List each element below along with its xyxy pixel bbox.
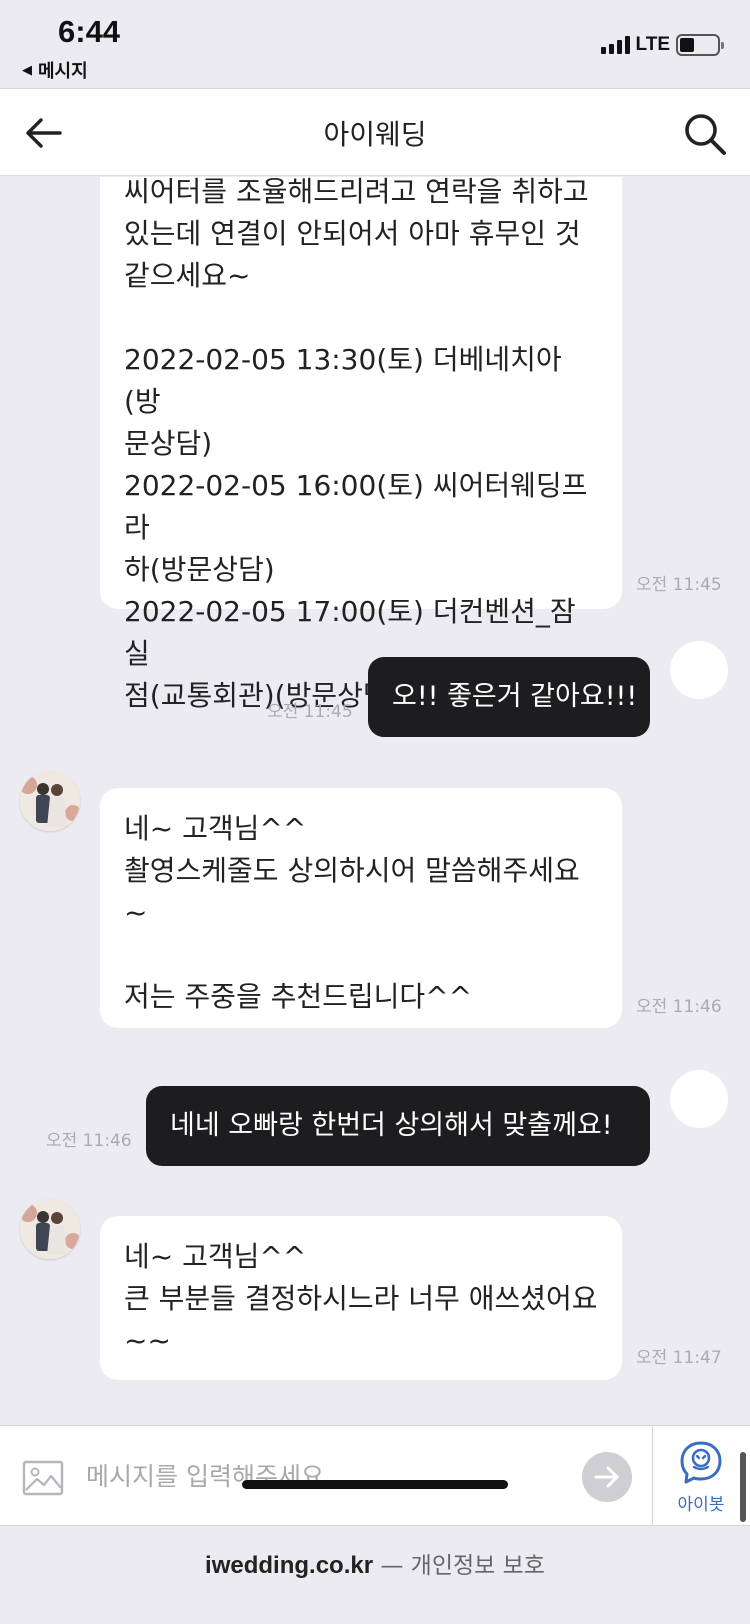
battery-icon [676, 34, 724, 56]
status-bar: 6:44 ◀ 메시지 LTE [0, 0, 750, 88]
return-to-app-link[interactable]: ◀ 메시지 [22, 57, 88, 83]
user-avatar [670, 641, 728, 699]
status-indicators: LTE [600, 34, 724, 56]
send-button[interactable] [582, 1452, 632, 1502]
user-avatar [670, 1070, 728, 1128]
message-list[interactable]: 씨어터를 조율해드리려고 연락을 취하고 있는데 연결이 안되어서 아마 휴무인… [0, 177, 750, 1425]
robot-icon [680, 1441, 722, 1484]
search-icon [685, 114, 726, 155]
couple-photo-icon [20, 771, 80, 831]
message-time: 오전 11:46 [46, 1131, 132, 1151]
return-app-label: 메시지 [38, 61, 88, 82]
message-time: 오전 11:47 [636, 1348, 722, 1368]
couple-photo-icon [20, 1199, 80, 1259]
attach-image-button[interactable] [22, 1460, 64, 1496]
image-icon [22, 1460, 64, 1496]
send-arrow-icon [594, 1466, 619, 1488]
message-input[interactable] [86, 1452, 546, 1500]
footer-text: iwedding.co.kr — 개인정보 보호 [0, 1546, 750, 1580]
user-message-bubble: 네네 오빠랑 한번더 상의해서 맞출께요! [146, 1086, 650, 1166]
user-message-bubble: 오!! 좋은거 같아요!!! [368, 657, 650, 737]
search-button[interactable] [682, 111, 728, 157]
signal-icon [600, 36, 630, 54]
page-title: 아이웨딩 [323, 118, 427, 151]
network-label: LTE [635, 34, 670, 55]
agent-avatar[interactable] [20, 1199, 80, 1259]
ibot-button[interactable]: 아이봇 [666, 1440, 736, 1516]
chat-header: 아이웨딩 [0, 88, 750, 176]
scrollbar[interactable] [740, 1452, 746, 1522]
agent-message-bubble: 네~ 고객님^^ 촬영스케줄도 상의하시어 말씀해주세요 ~ 저는 주중을 추천… [100, 788, 622, 1028]
site-domain: iwedding.co.kr [205, 1552, 374, 1579]
message-composer: 아이봇 [0, 1425, 750, 1526]
status-time: 6:44 [58, 14, 121, 49]
home-indicator[interactable] [242, 1480, 508, 1489]
message-time: 오전 11:45 [636, 575, 722, 595]
ibot-label: 아이봇 [677, 1495, 725, 1515]
agent-avatar[interactable] [20, 771, 80, 831]
back-triangle-icon: ◀ [22, 62, 32, 78]
agent-message-bubble: 씨어터를 조율해드리려고 연락을 취하고 있는데 연결이 안되어서 아마 휴무인… [100, 177, 622, 712]
message-time: 오전 11:45 [267, 702, 353, 722]
agent-message-bubble: 네~ 고객님^^ 큰 부분들 결정하시느라 너무 애쓰셨어요 ~~ [100, 1216, 622, 1380]
privacy-label: — 개인정보 보호 [373, 1553, 545, 1579]
message-time: 오전 11:46 [636, 997, 722, 1017]
composer-divider [652, 1426, 653, 1526]
browser-footer: iwedding.co.kr — 개인정보 보호 [0, 1526, 750, 1624]
